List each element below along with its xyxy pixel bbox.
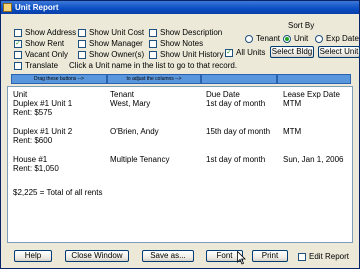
show-unit-cost-checkbox[interactable]: Show Unit Cost [78,28,144,37]
checkbox-label: Show Manager [89,39,143,48]
radio-label: Unit [294,34,309,43]
all-units-checkbox[interactable]: ✓ All Units [225,48,265,57]
sort-by-label: Sort By [288,21,315,30]
checkbox-label: Vacant Only [25,50,68,59]
window-title: Unit Report [15,3,59,12]
drag-column-handle-due[interactable] [201,74,277,84]
show-unit-history-checkbox[interactable]: Show Unit History [149,50,224,59]
checkbox-box[interactable] [78,39,86,48]
show-rent-checkbox[interactable]: ✓ Show Rent [14,39,64,48]
translate-checkbox[interactable]: Translate [14,61,58,70]
drag-column-handle-tenant[interactable]: to adjust the columns --> [107,74,201,84]
radio-circle[interactable] [245,34,253,43]
checkbox-box[interactable] [14,61,22,70]
checkbox-box[interactable] [78,50,86,59]
app-icon [3,3,12,12]
save-as-button[interactable]: Save as... [142,250,194,262]
tenant-cell: O'Brien, Andy [110,127,159,136]
due-date-cell: 1st day of month [206,99,266,108]
checkbox-label: All Units [236,48,266,57]
show-owners-checkbox[interactable]: Show Owner(s) [78,50,144,59]
show-description-checkbox[interactable]: Show Description [149,28,222,37]
checkbox-label: Show Owner(s) [89,50,145,59]
checkbox-label: Show Notes [160,39,204,48]
select-bldg-button[interactable]: Select Bldg [270,46,314,58]
rent-cell: Rent: $1,050 [13,164,59,173]
lease-exp-cell: MTM [283,99,302,108]
sort-exp-date-radio[interactable]: Exp Date [315,34,359,43]
vacant-only-checkbox[interactable]: Vacant Only [14,50,68,59]
checkbox-box[interactable] [78,28,86,37]
unit-link[interactable]: House #1 [13,155,47,164]
edit-report-checkbox[interactable]: Edit Report [298,252,349,261]
column-header-unit: Unit [13,90,28,99]
unit-link[interactable]: Duplex #1 Unit 2 [13,127,72,136]
checkbox-label: Show Address [25,28,77,37]
checkbox-box[interactable] [14,28,22,37]
checkbox-label: Show Description [160,28,223,37]
due-date-cell: 15th day of month [206,127,271,136]
rent-cell: Rent: $600 [13,136,53,145]
instruction-text: Click a Unit name in the list to go to t… [69,61,238,70]
column-header-tenant: Tenant [110,90,135,99]
radio-circle[interactable] [315,34,323,43]
radio-label: Tenant [256,34,281,43]
drag-column-handle-lease[interactable] [277,74,351,84]
lease-exp-cell: MTM [283,127,302,136]
checkmark-icon[interactable]: ✓ [14,39,22,48]
column-drag-bar: Drag these buttons --> to adjust the col… [11,74,351,84]
checkbox-box[interactable] [14,50,22,59]
help-button[interactable]: Help [14,250,52,262]
rent-cell: Rent: $575 [13,108,53,117]
unit-report-window: Unit Report Show Address Show Unit Cost … [0,0,360,269]
checkbox-label: Show Unit Cost [89,28,145,37]
show-address-checkbox[interactable]: Show Address [14,28,76,37]
lease-exp-cell: Sun, Jan 1, 2006 [283,155,344,164]
mouse-pointer-icon [237,251,246,265]
checkbox-box[interactable] [149,50,157,59]
tenant-cell: Multiple Tenancy [110,155,170,164]
checkbox-label: Show Rent [25,39,65,48]
report-list[interactable]: Unit Tenant Due Date Lease Exp Date Dupl… [7,86,353,243]
checkbox-label: Show Unit History [160,50,224,59]
sort-tenant-radio[interactable]: Tenant [245,34,280,43]
print-button[interactable]: Print [252,250,288,262]
column-header-lease-exp-date: Lease Exp Date [283,90,340,99]
show-notes-checkbox[interactable]: Show Notes [149,39,203,48]
checkbox-box[interactable] [298,252,306,261]
radio-circle[interactable] [283,34,291,43]
sort-unit-radio[interactable]: Unit [283,34,308,43]
checkmark-icon[interactable]: ✓ [225,48,233,57]
checkbox-box[interactable] [149,28,157,37]
drag-column-handle-unit[interactable]: Drag these buttons --> [11,74,107,84]
column-header-due-date: Due Date [206,90,240,99]
checkbox-label: Edit Report [309,252,350,261]
total-rents: $2,225 = Total of all rents [13,188,103,197]
due-date-cell: 1st day of month [206,155,266,164]
checkbox-label: Translate [25,61,59,70]
show-manager-checkbox[interactable]: Show Manager [78,39,143,48]
unit-link[interactable]: Duplex #1 Unit 1 [13,99,72,108]
title-bar[interactable]: Unit Report [1,1,359,14]
close-window-button[interactable]: Close Window [65,250,129,262]
radio-selected-dot [285,36,289,41]
radio-label: Exp Date [326,34,359,43]
select-unit-button[interactable]: Select Unit [318,46,360,58]
checkbox-box[interactable] [149,39,157,48]
tenant-cell: West, Mary [110,99,151,108]
